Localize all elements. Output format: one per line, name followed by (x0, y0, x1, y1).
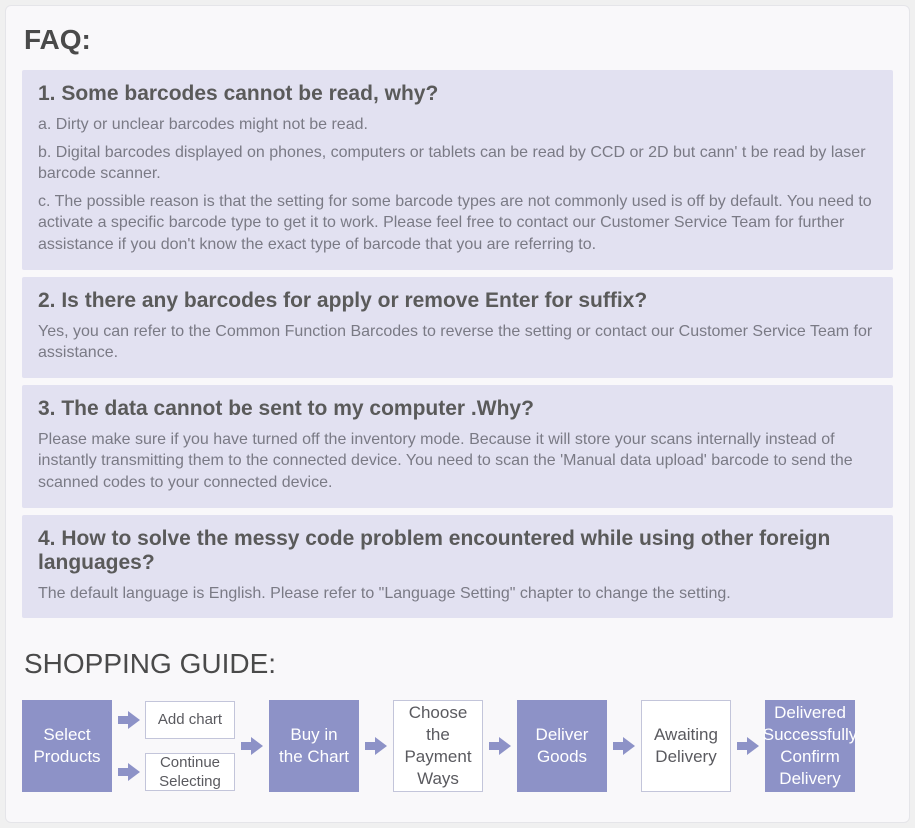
arrow-icon (241, 737, 263, 755)
arrow-icon (118, 763, 140, 781)
arrow-icon (737, 737, 759, 755)
faq-question: 3. The data cannot be sent to my compute… (38, 397, 877, 421)
step-deliver: Deliver Goods (517, 700, 607, 792)
step-add-chart: Add chart (145, 701, 235, 739)
guide-title: SHOPPING GUIDE: (22, 648, 893, 680)
faq-question: 2. Is there any barcodes for apply or re… (38, 289, 877, 313)
faq-item-3: 3. The data cannot be sent to my compute… (22, 385, 893, 508)
arrow-icon (613, 737, 635, 755)
faq-answer: c. The possible reason is that the setti… (38, 191, 877, 256)
page-container: FAQ: 1. Some barcodes cannot be read, wh… (5, 5, 910, 823)
step-buy: Buy in the Chart (269, 700, 359, 792)
faq-item-4: 4. How to solve the messy code problem e… (22, 515, 893, 619)
step-select: Select Products (22, 700, 112, 792)
arrow-icon (118, 711, 140, 729)
guide-flow: Select Products Add chart Continue Selec… (22, 700, 893, 792)
step-payment: Choose the Payment Ways (393, 700, 483, 792)
faq-item-2: 2. Is there any barcodes for apply or re… (22, 277, 893, 378)
faq-question: 1. Some barcodes cannot be read, why? (38, 82, 877, 106)
faq-question: 4. How to solve the messy code problem e… (38, 527, 877, 575)
arrow-icon (365, 737, 387, 755)
faq-answer: The default language is English. Please … (38, 583, 877, 605)
faq-answer: Yes, you can refer to the Common Functio… (38, 321, 877, 364)
step-continue: Continue Selecting (145, 753, 235, 791)
faq-answer: b. Digital barcodes displayed on phones,… (38, 142, 877, 185)
step-split: Add chart Continue Selecting (118, 701, 235, 791)
step-awaiting: Awaiting Delivery (641, 700, 731, 792)
faq-answer: a. Dirty or unclear barcodes might not b… (38, 114, 877, 136)
arrow-icon (489, 737, 511, 755)
faq-item-1: 1. Some barcodes cannot be read, why? a.… (22, 70, 893, 270)
faq-answer: Please make sure if you have turned off … (38, 429, 877, 494)
step-confirm: Delivered Successfully Confirm Delivery (765, 700, 855, 792)
faq-title: FAQ: (22, 24, 893, 56)
